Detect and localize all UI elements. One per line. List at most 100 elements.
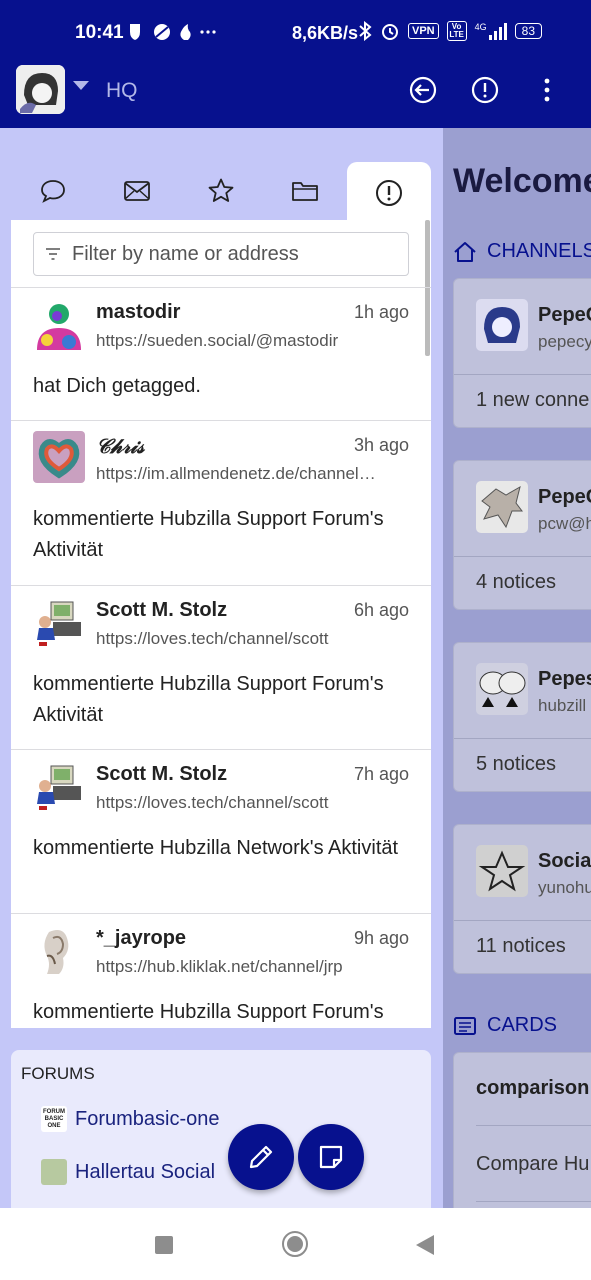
notification-avatar <box>33 924 85 976</box>
notification-item[interactable]: *_jayrope 9h ago https://hub.kliklak.net… <box>11 913 431 1028</box>
divider <box>454 920 591 921</box>
channel-card-address: yunohu <box>538 878 591 897</box>
notification-url: https://hub.kliklak.net/channel/jrp <box>96 957 343 976</box>
notification-time: 3h ago <box>353 435 409 455</box>
system-nav-bar <box>0 1208 591 1280</box>
tab-starred[interactable] <box>179 162 263 220</box>
channel-card-avatar <box>476 663 528 715</box>
sticky-note-icon <box>319 1145 343 1169</box>
cards-icon <box>454 1016 476 1035</box>
app-bar: HQ <box>0 62 591 128</box>
channel-card-status: 1 new conne <box>476 389 590 411</box>
tab-conversations[interactable] <box>11 162 95 220</box>
notifications-card: mastodir 1h ago https://sueden.social/@m… <box>11 220 431 1028</box>
volte-badge: Vo LTE <box>446 21 467 41</box>
left-panel: mastodir 1h ago https://sueden.social/@m… <box>0 128 443 1208</box>
divider <box>476 1125 591 1126</box>
card-text[interactable]: Compare Hu <box>476 1153 589 1176</box>
alarm-icon <box>382 24 398 40</box>
channel-card-avatar <box>476 845 528 897</box>
notification-url: https://im.allmendenetz.de/channel… <box>96 464 376 483</box>
notification-avatar <box>33 596 85 648</box>
channel-card-address: pcw@h <box>538 514 591 533</box>
forum-item[interactable]: Hallertau Social <box>41 1159 215 1185</box>
channel-card-name: Pepes <box>538 668 591 690</box>
tab-files[interactable] <box>263 162 347 220</box>
filter-icon <box>34 248 72 260</box>
notification-text: kommentierte Hubzilla Support Forum's Ak… <box>33 508 384 561</box>
new-note-button[interactable] <box>298 1124 364 1190</box>
channel-card[interactable]: Pepes hubzill 5 notices <box>453 642 591 792</box>
notification-author: 𝒞𝒽𝓇𝒾𝓈 <box>96 434 145 458</box>
app-title[interactable]: HQ <box>106 79 138 103</box>
channel-card-name: Socia <box>538 850 591 872</box>
notification-author: mastodir <box>96 301 181 323</box>
forum-label: Hallertau Social <box>75 1160 216 1183</box>
forum-item[interactable]: FORUM BASIC ONE Forumbasic-one <box>41 1106 220 1132</box>
notification-time: 7h ago <box>353 764 409 784</box>
notification-time: 6h ago <box>353 600 409 620</box>
channel-card-status: 11 notices <box>476 935 566 957</box>
back-arrow-circle-icon[interactable] <box>409 76 437 104</box>
battery-indicator: 83 <box>514 23 542 39</box>
notification-item[interactable]: mastodir 1h ago https://sueden.social/@m… <box>11 287 431 420</box>
channel-card-status: 5 notices <box>476 753 557 775</box>
notification-item[interactable]: Scott M. Stolz 6h ago https://loves.tech… <box>11 585 431 749</box>
forums-heading: FORUMS <box>21 1064 95 1083</box>
home-icon <box>454 241 476 262</box>
more-vert-icon[interactable] <box>533 76 561 104</box>
forum-label: Forumbasic-one <box>75 1107 220 1130</box>
welcome-title: Welcome <box>453 162 591 200</box>
forum-logo-icon: FORUM BASIC ONE <box>41 1106 67 1132</box>
forum-logo-icon <box>41 1159 67 1185</box>
chat-bubble-icon <box>41 180 65 203</box>
channel-card-name: PepeC <box>538 486 591 508</box>
channel-dropdown-caret-icon[interactable] <box>73 81 89 90</box>
cards-heading: CARDS <box>453 1014 557 1037</box>
alert-icon <box>376 180 402 206</box>
notification-item[interactable]: 𝒞𝒽𝓇𝒾𝓈 3h ago https://im.allmendenetz.de/… <box>11 420 431 585</box>
notification-text: kommentierte Hubzilla Support Forum's <box>33 1001 384 1023</box>
home-button-icon[interactable] <box>281 1230 309 1258</box>
back-triangle-icon[interactable] <box>414 1233 436 1257</box>
notification-item[interactable]: Scott M. Stolz 7h ago https://loves.tech… <box>11 749 431 913</box>
tab-bar <box>0 162 443 224</box>
filter-input[interactable] <box>72 242 392 266</box>
channels-heading: CHANNELS <box>453 240 591 263</box>
tab-messages[interactable] <box>95 162 179 220</box>
notification-url: https://sueden.social/@mastodir <box>96 331 339 350</box>
notification-url: https://loves.tech/channel/scott <box>96 793 329 812</box>
channel-card[interactable]: Socia yunohu 11 notices <box>453 824 591 974</box>
channel-card[interactable]: PepeC pepecy 1 new conne <box>453 278 591 428</box>
notification-time: 1h ago <box>353 302 409 322</box>
vpn-badge: VPN <box>408 23 439 39</box>
status-notification-icons <box>126 22 216 47</box>
recents-icon[interactable] <box>154 1235 174 1255</box>
status-right-icons: VPN Vo LTE 4G 83 <box>358 21 542 41</box>
channel-card-address: hubzill <box>538 696 587 715</box>
notification-text: kommentierte Hubzilla Support Forum's Ak… <box>33 673 384 726</box>
tab-notifications[interactable] <box>347 162 431 224</box>
channel-avatar[interactable] <box>16 65 65 114</box>
forums-widget: FORUMS FORUM BASIC ONE Forumbasic-one Ha… <box>11 1050 431 1208</box>
filter-field[interactable] <box>33 232 409 276</box>
channel-card-avatar <box>476 481 528 533</box>
channel-card-avatar <box>476 299 528 351</box>
notification-author: Scott M. Stolz <box>96 599 228 621</box>
card-title[interactable]: comparison <box>476 1077 589 1100</box>
notification-author: Scott M. Stolz <box>96 763 228 785</box>
alert-circle-icon[interactable] <box>471 76 499 104</box>
notification-avatar <box>33 298 85 350</box>
envelope-icon <box>124 181 150 201</box>
divider <box>454 556 591 557</box>
divider <box>476 1201 591 1202</box>
notification-time: 9h ago <box>353 928 409 948</box>
notification-text: hat Dich getagged. <box>33 375 201 397</box>
notification-author: *_jayrope <box>96 927 187 949</box>
bluetooth-icon <box>359 21 372 41</box>
notification-avatar <box>33 760 85 812</box>
notification-text: kommentierte Hubzilla Network's Aktivitä… <box>33 837 399 859</box>
cards-widget: comparison Compare Hu <box>453 1052 591 1208</box>
channel-card[interactable]: PepeC pcw@h 4 notices <box>453 460 591 610</box>
compose-post-button[interactable] <box>228 1124 294 1190</box>
